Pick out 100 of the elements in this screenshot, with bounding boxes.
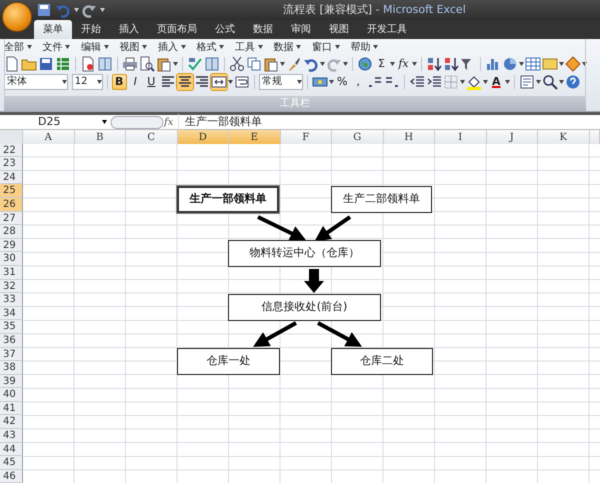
caret-icon[interactable] (328, 80, 334, 84)
row-header[interactable]: 36 (0, 334, 23, 348)
caret-icon[interactable] (173, 62, 178, 66)
row-header[interactable]: 34 (0, 306, 23, 320)
name-box[interactable]: D25 (0, 115, 110, 129)
caret-icon[interactable] (460, 80, 465, 84)
formula-bar-handle[interactable] (110, 116, 164, 128)
spell-check-icon[interactable] (187, 56, 203, 72)
printer-icon[interactable] (122, 56, 138, 72)
toolbar-button[interactable]: I (128, 74, 143, 90)
flowchart-box[interactable]: 生产一部领料单 (177, 186, 279, 213)
ribbon-tab[interactable]: 审阅 (282, 20, 320, 39)
caret-icon[interactable] (219, 45, 224, 49)
ribbon-tab[interactable]: 开始 (72, 20, 110, 39)
ribbon-tab[interactable]: 菜单 (34, 20, 72, 39)
caret-icon[interactable] (559, 62, 564, 66)
row-header[interactable]: 22 (0, 144, 23, 158)
indent-icon[interactable] (426, 74, 442, 90)
menu-item[interactable]: 帮助 (350, 40, 370, 54)
row-header[interactable]: 25 (0, 184, 23, 198)
number-format-field[interactable]: 常规 (258, 74, 303, 90)
sort-ascending-icon[interactable] (426, 56, 442, 72)
help-icon[interactable] (564, 74, 581, 90)
pie-chart-icon[interactable] (502, 56, 518, 72)
menu-item[interactable]: 数据 (274, 40, 294, 54)
font-color-button[interactable]: A (488, 74, 504, 90)
menu-item[interactable]: 工具 (235, 40, 255, 54)
font-size-field[interactable]: 12 (72, 74, 103, 90)
caret-icon[interactable] (228, 80, 233, 84)
ribbon-tab[interactable]: 插入 (110, 20, 148, 39)
menu-item[interactable]: 编辑 (81, 40, 101, 54)
spreadsheet-icon[interactable] (55, 56, 71, 72)
caret-icon[interactable] (334, 45, 340, 49)
row-header[interactable]: 45 (0, 456, 23, 470)
row-header[interactable]: 42 (0, 415, 23, 430)
copy-icon[interactable] (246, 56, 262, 72)
row-header[interactable]: 23 (0, 157, 23, 171)
row-header[interactable]: 27 (0, 212, 23, 226)
caret-icon[interactable] (100, 8, 105, 12)
caret-icon[interactable] (296, 45, 302, 49)
row-header[interactable]: 40 (0, 388, 23, 402)
office-button[interactable] (2, 2, 32, 32)
caret-icon[interactable] (62, 80, 67, 84)
caret-icon[interactable] (102, 120, 108, 124)
toolbar-button[interactable]: B (112, 74, 127, 90)
row-header[interactable]: 33 (0, 293, 23, 307)
ribbon-tab[interactable]: 数据 (244, 20, 282, 39)
caret-icon[interactable] (343, 62, 348, 66)
ribbon-tab[interactable]: 页面布局 (148, 20, 206, 39)
caret-icon[interactable] (296, 80, 302, 84)
caret-icon[interactable] (390, 62, 395, 66)
page-setup-icon[interactable] (518, 74, 535, 90)
menu-item[interactable]: 插入 (158, 40, 178, 54)
worksheet-grid[interactable] (23, 144, 600, 484)
caret-icon[interactable] (320, 62, 325, 66)
row-header[interactable]: 26 (0, 198, 23, 212)
align-center-icon[interactable] (176, 74, 193, 90)
align-right-icon[interactable] (194, 74, 210, 90)
clipboard-icon[interactable] (156, 56, 172, 72)
caret-icon[interactable] (373, 45, 378, 49)
menu-item[interactable]: 文件 (42, 40, 62, 54)
page-magnifier-icon[interactable] (139, 56, 155, 72)
toolbar-button[interactable]: % (334, 74, 350, 90)
menu-item[interactable]: 格式 (196, 40, 216, 54)
toolbar-button[interactable]: , (350, 74, 366, 90)
caret-icon[interactable] (180, 45, 186, 49)
insert-function-button[interactable]: fx (164, 114, 178, 130)
document-icon[interactable] (4, 56, 20, 72)
menu-item[interactable]: 视图 (120, 40, 140, 54)
caret-icon[interactable] (504, 80, 510, 84)
row-header[interactable]: 29 (0, 238, 23, 252)
align-left-icon[interactable] (160, 74, 176, 90)
outdent-icon[interactable] (408, 74, 425, 90)
row-header[interactable]: 24 (0, 170, 23, 184)
flowchart-box[interactable]: 仓库二处 (331, 348, 433, 375)
toolbar-button[interactable]: U (144, 74, 159, 90)
ribbon-tab[interactable]: 开发工具 (358, 20, 416, 39)
toolbar-button[interactable]: Σ (374, 56, 389, 72)
row-header[interactable]: 39 (0, 374, 23, 388)
row-header[interactable]: 28 (0, 225, 23, 239)
save-icon[interactable] (38, 56, 54, 72)
function-button[interactable]: fx (396, 56, 411, 72)
menu-item[interactable]: 窗口 (312, 40, 332, 54)
ribbon-tab[interactable]: 公式 (206, 20, 244, 39)
fill-color-icon[interactable] (466, 74, 482, 90)
caret-icon[interactable] (65, 45, 70, 49)
sort-descending-icon[interactable] (443, 56, 459, 72)
save-icon[interactable] (36, 2, 52, 18)
globe-icon[interactable] (357, 56, 373, 72)
row-header[interactable]: 44 (0, 442, 23, 456)
merge-cells-icon[interactable] (210, 74, 227, 90)
row-header[interactable]: 37 (0, 348, 23, 362)
caret-icon[interactable] (536, 80, 541, 84)
row-header[interactable]: 38 (0, 361, 23, 375)
wrap-text-icon[interactable] (234, 74, 250, 90)
row-header[interactable]: 32 (0, 280, 23, 294)
row-header[interactable]: 35 (0, 320, 23, 334)
caret-icon[interactable] (96, 80, 102, 84)
row-header[interactable]: 43 (0, 429, 23, 443)
diamond-icon[interactable] (565, 56, 581, 72)
